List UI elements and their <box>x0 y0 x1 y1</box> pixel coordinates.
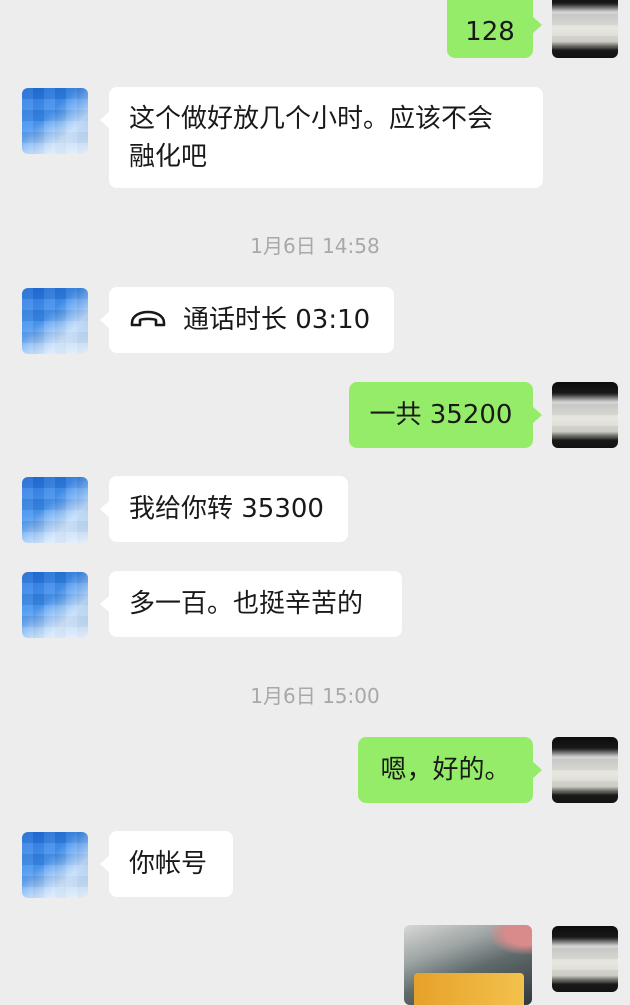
contact-avatar[interactable] <box>22 832 88 898</box>
contact-avatar[interactable] <box>22 572 88 638</box>
my-avatar[interactable] <box>552 926 618 992</box>
contact-avatar[interactable] <box>22 88 88 154</box>
message-timestamp: 1月6日 15:00 <box>250 684 380 708</box>
message-text: 多一百。也挺辛苦的 <box>129 589 364 619</box>
image-message[interactable] <box>404 925 532 1005</box>
message-text-line: 这个做好放几个小时。应该不会 <box>129 104 494 134</box>
phone-hangup-icon <box>129 302 167 340</box>
message-text-line: 融化吧 <box>129 142 208 172</box>
message-text: 你帐号 <box>129 849 208 879</box>
incoming-message[interactable]: 多一百。也挺辛苦的 <box>100 571 402 637</box>
incoming-message[interactable]: 这个做好放几个小时。应该不会 融化吧 <box>100 87 543 188</box>
call-record-message[interactable]: 通话时长 03:10 <box>100 287 394 353</box>
outgoing-message[interactable]: 128 <box>447 0 542 58</box>
incoming-message[interactable]: 你帐号 <box>100 831 233 897</box>
outgoing-message[interactable]: 一共 35200 <box>349 382 542 448</box>
message-text: 我给你转 35300 <box>129 494 324 524</box>
my-avatar[interactable] <box>552 737 618 803</box>
message-timestamp: 1月6日 14:58 <box>250 234 380 258</box>
call-duration-text: 通话时长 03:10 <box>183 305 371 335</box>
message-text: 一共 35200 <box>369 400 513 430</box>
my-avatar[interactable] <box>552 0 618 58</box>
contact-avatar[interactable] <box>22 477 88 543</box>
outgoing-message[interactable]: 嗯，好的。 <box>358 737 542 803</box>
my-avatar[interactable] <box>552 382 618 448</box>
chat-history[interactable]: 128 这个做好放几个小时。应该不会 融化吧 1月6日 14:58 通话时长 0… <box>0 0 630 1005</box>
message-text: 128 <box>465 17 515 47</box>
contact-avatar[interactable] <box>22 288 88 354</box>
bank-card-thumbnail <box>414 973 524 1005</box>
incoming-message[interactable]: 我给你转 35300 <box>100 476 348 542</box>
message-text: 嗯，好的。 <box>380 755 511 785</box>
